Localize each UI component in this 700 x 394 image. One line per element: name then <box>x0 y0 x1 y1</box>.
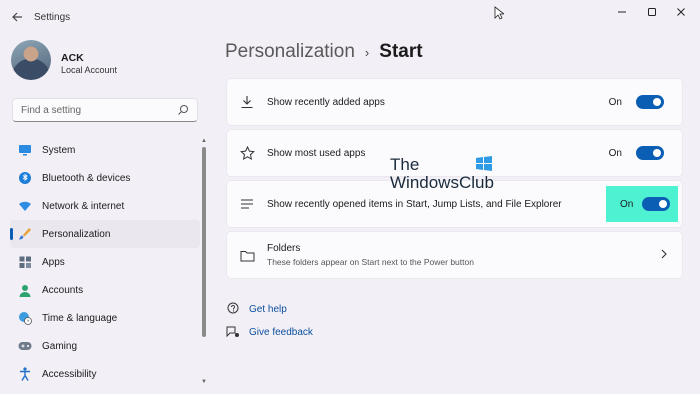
sidebar-item-label: System <box>42 144 76 156</box>
sidebar-item-personalization[interactable]: Personalization <box>10 220 200 248</box>
toggle-switch[interactable] <box>636 95 664 109</box>
toggle-state-label: On <box>620 198 634 210</box>
sidebar-item-label: Apps <box>42 256 65 268</box>
search-box[interactable] <box>12 98 198 122</box>
person-icon <box>18 283 32 297</box>
sidebar-item-label: Time & language <box>42 312 118 324</box>
give-feedback-label[interactable]: Give feedback <box>249 327 313 338</box>
sidebar-item-label: Personalization <box>42 228 111 240</box>
sidebar-nav: System Bluetooth & devices Network & int… <box>10 136 200 388</box>
toggle-group-highlighted: On <box>606 186 678 222</box>
list-icon <box>239 196 255 212</box>
monitor-icon <box>18 143 32 157</box>
setting-card-folders[interactable]: Folders These folders appear on Start ne… <box>226 231 683 279</box>
toggle-state-label: On <box>608 96 622 108</box>
watermark: The WindowsClub <box>390 153 500 193</box>
setting-label: Show recently opened items in Start, Jum… <box>267 198 562 210</box>
sidebar-item-apps[interactable]: Apps <box>10 248 200 276</box>
setting-card-recently-added[interactable]: Show recently added apps On <box>226 78 683 126</box>
apps-icon <box>18 255 32 269</box>
sidebar-item-gaming[interactable]: Gaming <box>10 332 200 360</box>
get-help-label[interactable]: Get help <box>249 304 287 315</box>
sidebar-item-label: Accounts <box>42 284 84 296</box>
profile-account-type: Local Account <box>61 65 118 75</box>
globe-clock-icon <box>18 311 32 325</box>
folders-description: These folders appear on Start next to th… <box>267 257 474 267</box>
give-feedback-link[interactable]: Give feedback <box>226 325 313 339</box>
sidebar-item-label: Bluetooth & devices <box>42 172 131 184</box>
sidebar-item-label: Network & internet <box>42 200 125 212</box>
toggle-switch[interactable] <box>636 146 664 160</box>
toggle-group: On <box>601 135 672 171</box>
title-bar: Settings <box>0 0 700 34</box>
toggle-switch[interactable] <box>642 197 670 211</box>
search-input[interactable] <box>21 104 177 116</box>
sidebar-item-accessibility[interactable]: Accessibility <box>10 360 200 388</box>
sidebar-scrollbar-thumb[interactable] <box>202 147 206 337</box>
page-title: Start <box>379 41 423 62</box>
help-chat-icon <box>226 302 240 316</box>
windows-logo-icon <box>475 155 493 171</box>
sidebar-item-time-language[interactable]: Time & language <box>10 304 200 332</box>
star-icon <box>239 145 255 161</box>
maximize-icon[interactable] <box>638 4 666 20</box>
folders-title: Folders <box>267 243 301 254</box>
watermark-line2: WindowsClub <box>390 173 494 192</box>
watermark-line1: The <box>390 155 420 174</box>
feedback-icon <box>226 325 240 339</box>
folders-text: Folders These folders appear on Start ne… <box>267 243 474 267</box>
folder-icon <box>239 247 255 263</box>
avatar[interactable] <box>11 40 51 80</box>
back-arrow-icon[interactable] <box>9 9 25 25</box>
profile-name: ACK <box>61 52 84 64</box>
chevron-right-icon <box>660 248 668 262</box>
download-icon <box>239 94 255 110</box>
toggle-state-label: On <box>608 147 622 159</box>
sidebar-item-bluetooth[interactable]: Bluetooth & devices <box>10 164 200 192</box>
breadcrumb-parent[interactable]: Personalization <box>225 41 355 63</box>
minimize-icon[interactable] <box>608 4 636 20</box>
sidebar-item-label: Gaming <box>42 340 78 352</box>
close-icon[interactable] <box>667 4 695 20</box>
accessibility-icon <box>18 367 32 381</box>
get-help-link[interactable]: Get help <box>226 302 287 316</box>
mouse-cursor-icon <box>494 6 506 20</box>
sidebar-item-network[interactable]: Network & internet <box>10 192 200 220</box>
bluetooth-icon <box>18 171 32 185</box>
breadcrumb: Personalization › Start <box>225 41 423 63</box>
setting-label: Show most used apps <box>267 147 366 159</box>
app-title: Settings <box>34 12 71 23</box>
scroll-down-arrow-icon[interactable]: ▼ <box>200 379 208 385</box>
brush-icon <box>18 227 32 241</box>
sidebar-item-system[interactable]: System <box>10 136 200 164</box>
wifi-icon <box>18 199 32 213</box>
sidebar-item-accounts[interactable]: Accounts <box>10 276 200 304</box>
gamepad-icon <box>18 339 32 353</box>
toggle-group: On <box>601 84 672 120</box>
scroll-up-arrow-icon[interactable]: ▲ <box>200 138 208 144</box>
breadcrumb-separator-icon: › <box>364 44 370 60</box>
setting-label: Show recently added apps <box>267 96 385 108</box>
sidebar-item-label: Accessibility <box>42 368 97 380</box>
search-icon[interactable] <box>177 104 189 116</box>
